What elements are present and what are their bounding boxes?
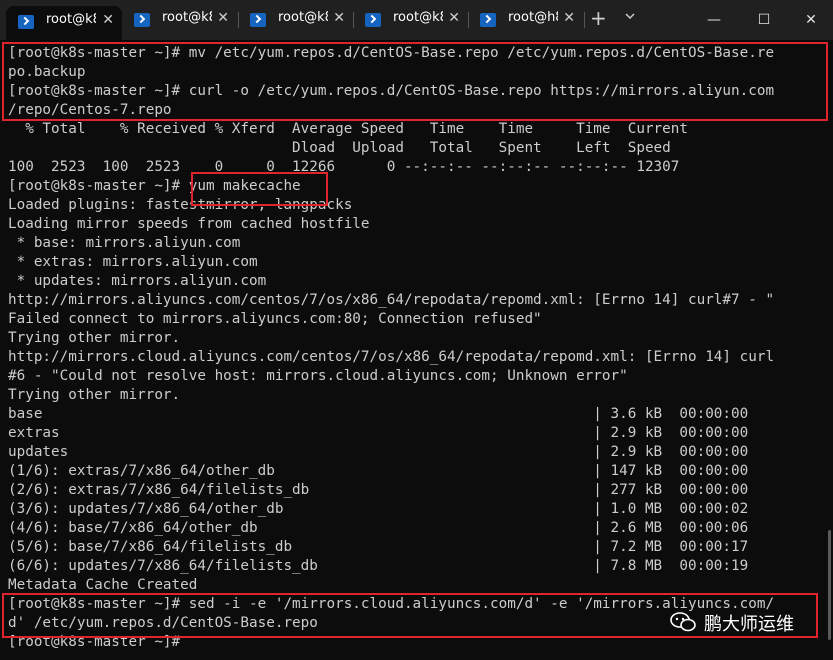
terminal-line: (2/6): extras/7/x86_64/filelists_db | 27… [8, 482, 749, 498]
terminal-line: http://mirrors.cloud.aliyuncs.com/centos… [8, 349, 775, 365]
maximize-button[interactable]: ☐ [744, 6, 784, 34]
tab-label: root@k8 [393, 10, 443, 25]
close-icon[interactable]: ✕ [333, 10, 345, 26]
chevron-down-icon[interactable] [625, 11, 635, 21]
tab-2[interactable]: root@k8 ✕ [122, 4, 237, 36]
terminal-line: * updates: mirrors.aliyun.com [8, 273, 267, 289]
wechat-icon [670, 612, 696, 632]
watermark-text: 鹏大师运维 [704, 614, 794, 635]
tab-bar: root@k8 ✕ root@k8 ✕ root@k8 ✕ root@k8 ✕ … [0, 0, 833, 40]
terminal-line: * extras: mirrors.aliyun.com [8, 254, 258, 270]
powershell-icon [250, 13, 266, 27]
terminal-line: (6/6): updates/7/x86_64/filelists_db | 7… [8, 558, 749, 574]
terminal-line: base | 3.6 kB 00:00:00 [8, 406, 749, 422]
tab-1[interactable]: root@k8 ✕ [6, 6, 122, 40]
highlight-box-yum-makecache [191, 172, 328, 206]
close-button[interactable]: ✕ [791, 6, 831, 34]
terminal-line: Loading mirror speeds from cached hostfi… [8, 216, 370, 232]
tab-divider [584, 12, 585, 28]
close-icon[interactable]: ✕ [217, 10, 229, 26]
terminal-line: #6 - "Could not resolve host: mirrors.cl… [8, 368, 628, 384]
close-icon[interactable]: ✕ [448, 10, 460, 26]
terminal-line: updates | 2.9 kB 00:00:00 [8, 444, 749, 460]
terminal-line: Trying other mirror. [8, 387, 181, 403]
tab-label: root@k8 [278, 10, 328, 25]
terminal-line: Trying other mirror. [8, 330, 181, 346]
terminal-line: Dload Upload Total Spent Left Speed [8, 140, 671, 156]
tab-5[interactable]: root@h8 ✕ [468, 4, 583, 36]
terminal-line: (3/6): updates/7/x86_64/other_db | 1.0 M… [8, 501, 749, 517]
terminal-line: % Total % Received % Xferd Average Speed… [8, 121, 688, 137]
terminal-line: Failed connect to mirrors.aliyuncs.com:8… [8, 311, 542, 327]
close-icon[interactable]: ✕ [563, 10, 575, 26]
terminal-line: http://mirrors.aliyuncs.com/centos/7/os/… [8, 292, 775, 308]
terminal-output[interactable]: [root@k8s-master ~]# mv /etc/yum.repos.d… [0, 40, 833, 660]
close-icon[interactable]: ✕ [102, 12, 114, 28]
new-tab-plus-icon[interactable]: + [590, 6, 607, 30]
powershell-icon [134, 13, 150, 27]
powershell-icon [480, 13, 496, 27]
tab-label: root@h8 [508, 10, 558, 25]
highlight-box-mv-curl [2, 42, 828, 121]
terminal-line: * base: mirrors.aliyun.com [8, 235, 241, 251]
powershell-icon [18, 15, 34, 29]
terminal-line: 100 2523 100 2523 0 0 12266 0 --:--:-- -… [8, 159, 680, 175]
tab-label: root@k8 [46, 12, 96, 27]
terminal-line: (5/6): base/7/x86_64/filelists_db | 7.2 … [8, 539, 749, 555]
tab-4[interactable]: root@k8 ✕ [353, 4, 468, 36]
tab-label: root@k8 [162, 10, 212, 25]
minimize-button[interactable]: — [694, 6, 734, 34]
tab-3[interactable]: root@k8 ✕ [238, 4, 353, 36]
terminal-line: (1/6): extras/7/x86_64/other_db | 147 kB… [8, 463, 749, 479]
scrollbar-thumb[interactable] [828, 530, 831, 640]
powershell-icon [365, 13, 381, 27]
terminal-line: extras | 2.9 kB 00:00:00 [8, 425, 749, 441]
terminal-line: (4/6): base/7/x86_64/other_db | 2.6 MB 0… [8, 520, 749, 536]
